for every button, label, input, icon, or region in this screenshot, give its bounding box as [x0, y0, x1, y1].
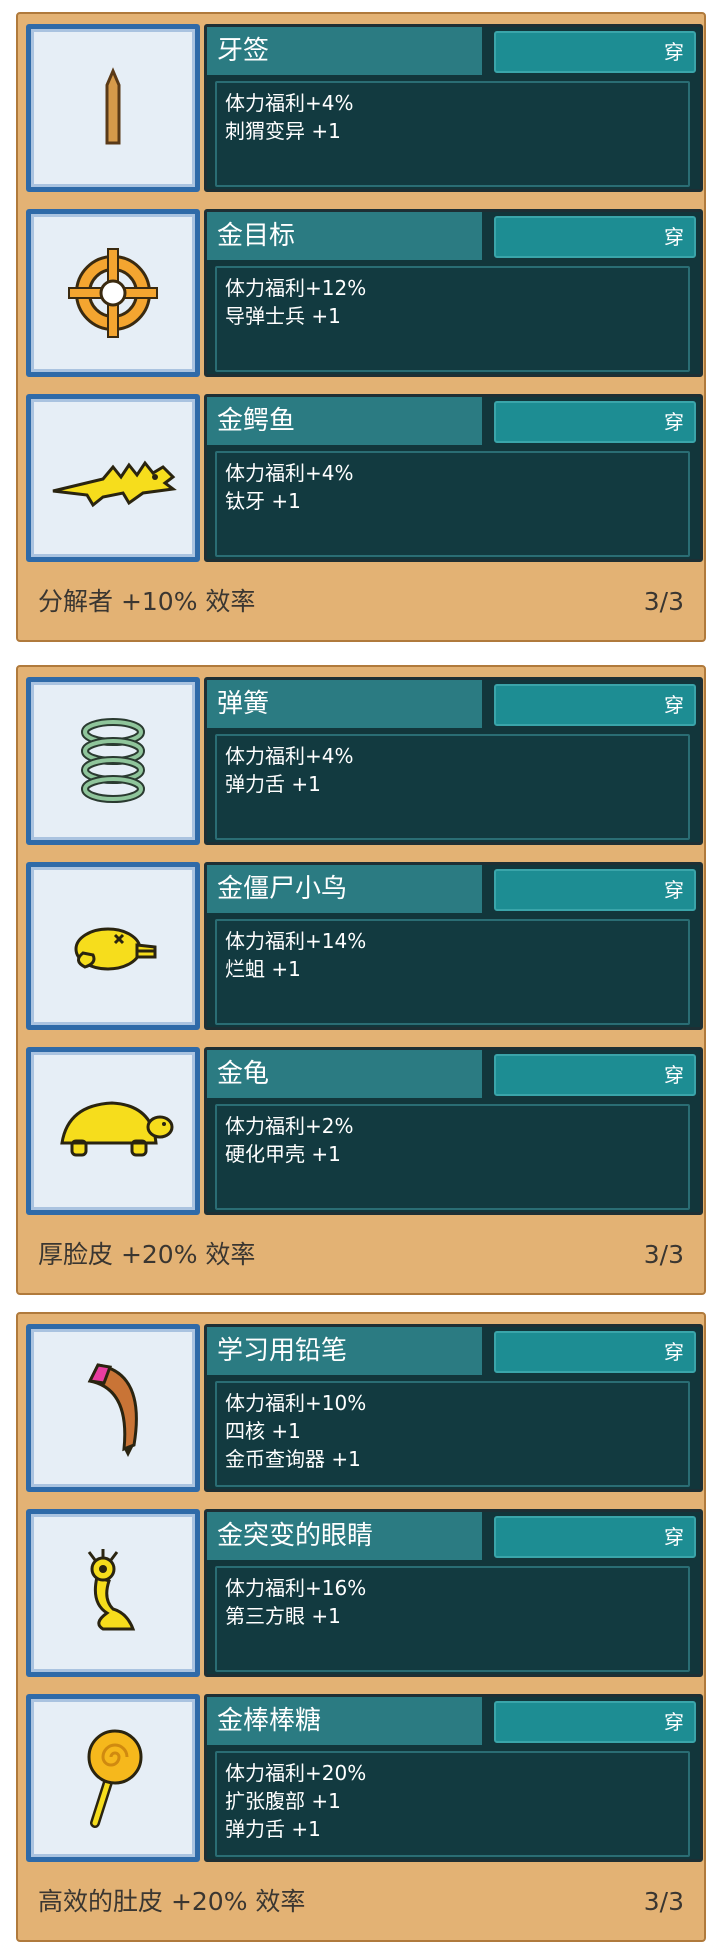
item-thumbnail[interactable] — [26, 209, 200, 377]
item-info-panel: 金突变的眼睛 穿 体力福利+16% 第三方眼 +1 — [204, 1509, 703, 1677]
equip-button[interactable]: 穿 — [494, 31, 696, 73]
set-bonus-label: 分解者 +10% 效率 — [38, 587, 256, 616]
item-name: 金龟 — [207, 1050, 482, 1098]
stat-line: 钛牙 +1 — [225, 489, 301, 513]
equip-button[interactable]: 穿 — [494, 1701, 696, 1743]
item-name: 牙签 — [207, 27, 482, 75]
item-name: 金鳄鱼 — [207, 397, 482, 445]
item-stats: 体力福利+12% 导弹士兵 +1 — [215, 266, 690, 372]
item-stats: 体力福利+10% 四核 +1 金币查询器 +1 — [215, 1381, 690, 1487]
item-thumbnail[interactable] — [26, 677, 200, 845]
set-bonus-footer: 高效的肚皮 +20% 效率 3/3 — [38, 1884, 684, 1920]
stat-line: 体力福利+10% — [225, 1391, 367, 1415]
item-stats: 体力福利+2% 硬化甲壳 +1 — [215, 1104, 690, 1210]
item-stats: 体力福利+4% 钛牙 +1 — [215, 451, 690, 557]
stat-line: 体力福利+16% — [225, 1576, 367, 1600]
item-row: 金僵尸小鸟 穿 体力福利+14% 烂蛆 +1 — [26, 862, 703, 1034]
item-thumbnail[interactable] — [26, 1694, 200, 1862]
stat-line: 金币查询器 +1 — [225, 1447, 361, 1471]
equip-button[interactable]: 穿 — [494, 1516, 696, 1558]
item-info-panel: 弹簧 穿 体力福利+4% 弹力舌 +1 — [204, 677, 703, 845]
equip-button[interactable]: 穿 — [494, 401, 696, 443]
gold-crocodile-icon — [52, 460, 177, 508]
equip-button[interactable]: 穿 — [494, 216, 696, 258]
item-stats: 体力福利+4% 弹力舌 +1 — [215, 734, 690, 840]
spring-icon — [81, 718, 145, 803]
stat-line: 导弹士兵 +1 — [225, 304, 341, 328]
set-count: 3/3 — [643, 1240, 684, 1269]
set-panel-1: 牙签 穿 体力福利+4% 刺猬变异 +1 金目标 穿 体力福利+12% 导弹士兵… — [16, 12, 706, 642]
item-stats: 体力福利+20% 扩张腹部 +1 弹力舌 +1 — [215, 1751, 690, 1857]
item-thumbnail[interactable] — [26, 1509, 200, 1677]
stat-line: 四核 +1 — [225, 1419, 301, 1443]
item-name: 金棒棒糖 — [207, 1697, 482, 1745]
item-thumbnail[interactable] — [26, 1324, 200, 1492]
stat-line: 体力福利+4% — [225, 744, 354, 768]
toothpick-icon — [105, 67, 121, 145]
set-count: 3/3 — [643, 1887, 684, 1916]
set-count: 3/3 — [643, 587, 684, 616]
item-info-panel: 金僵尸小鸟 穿 体力福利+14% 烂蛆 +1 — [204, 862, 703, 1030]
item-row: 金目标 穿 体力福利+12% 导弹士兵 +1 — [26, 209, 703, 381]
set-bonus-footer: 分解者 +10% 效率 3/3 — [38, 584, 684, 620]
equip-button[interactable]: 穿 — [494, 1331, 696, 1373]
stat-line: 弹力舌 +1 — [225, 1817, 321, 1841]
item-name: 金目标 — [207, 212, 482, 260]
gold-lollipop-icon — [87, 1729, 143, 1828]
set-bonus-footer: 厚脸皮 +20% 效率 3/3 — [38, 1237, 684, 1273]
gold-target-icon — [68, 248, 158, 338]
item-thumbnail[interactable] — [26, 24, 200, 192]
stat-line: 体力福利+2% — [225, 1114, 354, 1138]
item-thumbnail[interactable] — [26, 1047, 200, 1215]
item-info-panel: 金鳄鱼 穿 体力福利+4% 钛牙 +1 — [204, 394, 703, 562]
item-row: 金鳄鱼 穿 体力福利+4% 钛牙 +1 — [26, 394, 703, 566]
item-row: 弹簧 穿 体力福利+4% 弹力舌 +1 — [26, 677, 703, 849]
stat-line: 体力福利+20% — [225, 1761, 367, 1785]
item-row: 金突变的眼睛 穿 体力福利+16% 第三方眼 +1 — [26, 1509, 703, 1681]
item-name: 金僵尸小鸟 — [207, 865, 482, 913]
item-row: 金龟 穿 体力福利+2% 硬化甲壳 +1 — [26, 1047, 703, 1219]
item-stats: 体力福利+14% 烂蛆 +1 — [215, 919, 690, 1025]
item-row: 金棒棒糖 穿 体力福利+20% 扩张腹部 +1 弹力舌 +1 — [26, 1694, 703, 1866]
equip-button[interactable]: 穿 — [494, 869, 696, 911]
stat-line: 弹力舌 +1 — [225, 772, 321, 796]
stat-line: 体力福利+14% — [225, 929, 367, 953]
stat-line: 体力福利+12% — [225, 276, 367, 300]
stat-line: 体力福利+4% — [225, 461, 354, 485]
item-info-panel: 金棒棒糖 穿 体力福利+20% 扩张腹部 +1 弹力舌 +1 — [204, 1694, 703, 1862]
set-bonus-label: 厚脸皮 +20% 效率 — [38, 1240, 256, 1269]
item-info-panel: 学习用铅笔 穿 体力福利+10% 四核 +1 金币查询器 +1 — [204, 1324, 703, 1492]
set-panel-2: 弹簧 穿 体力福利+4% 弹力舌 +1 金僵尸小鸟 穿 体力福利+14% 烂蛆 … — [16, 665, 706, 1295]
set-panel-3: 学习用铅笔 穿 体力福利+10% 四核 +1 金币查询器 +1 金突变的眼睛 穿 — [16, 1312, 706, 1942]
item-info-panel: 金目标 穿 体力福利+12% 导弹士兵 +1 — [204, 209, 703, 377]
stat-line: 第三方眼 +1 — [225, 1604, 341, 1628]
stat-line: 硬化甲壳 +1 — [225, 1142, 341, 1166]
stat-line: 刺猬变异 +1 — [225, 119, 341, 143]
gold-zombie-bird-icon — [74, 927, 157, 971]
item-row: 学习用铅笔 穿 体力福利+10% 四核 +1 金币查询器 +1 — [26, 1324, 703, 1496]
item-info-panel: 牙签 穿 体力福利+4% 刺猬变异 +1 — [204, 24, 703, 192]
item-stats: 体力福利+16% 第三方眼 +1 — [215, 1566, 690, 1672]
stat-line: 烂蛆 +1 — [225, 957, 301, 981]
item-row: 牙签 穿 体力福利+4% 刺猬变异 +1 — [26, 24, 703, 196]
gold-mutant-eye-icon — [87, 1549, 136, 1631]
item-stats: 体力福利+4% 刺猬变异 +1 — [215, 81, 690, 187]
stat-line: 扩张腹部 +1 — [225, 1789, 341, 1813]
item-info-panel: 金龟 穿 体力福利+2% 硬化甲壳 +1 — [204, 1047, 703, 1215]
gold-turtle-icon — [60, 1101, 174, 1157]
item-name: 金突变的眼睛 — [207, 1512, 482, 1560]
equip-button[interactable]: 穿 — [494, 1054, 696, 1096]
stat-line: 体力福利+4% — [225, 91, 354, 115]
equip-button[interactable]: 穿 — [494, 684, 696, 726]
item-thumbnail[interactable] — [26, 862, 200, 1030]
item-name: 弹簧 — [207, 680, 482, 728]
item-thumbnail[interactable] — [26, 394, 200, 562]
item-name: 学习用铅笔 — [207, 1327, 482, 1375]
pencil-icon — [87, 1363, 138, 1457]
set-bonus-label: 高效的肚皮 +20% 效率 — [38, 1887, 306, 1916]
